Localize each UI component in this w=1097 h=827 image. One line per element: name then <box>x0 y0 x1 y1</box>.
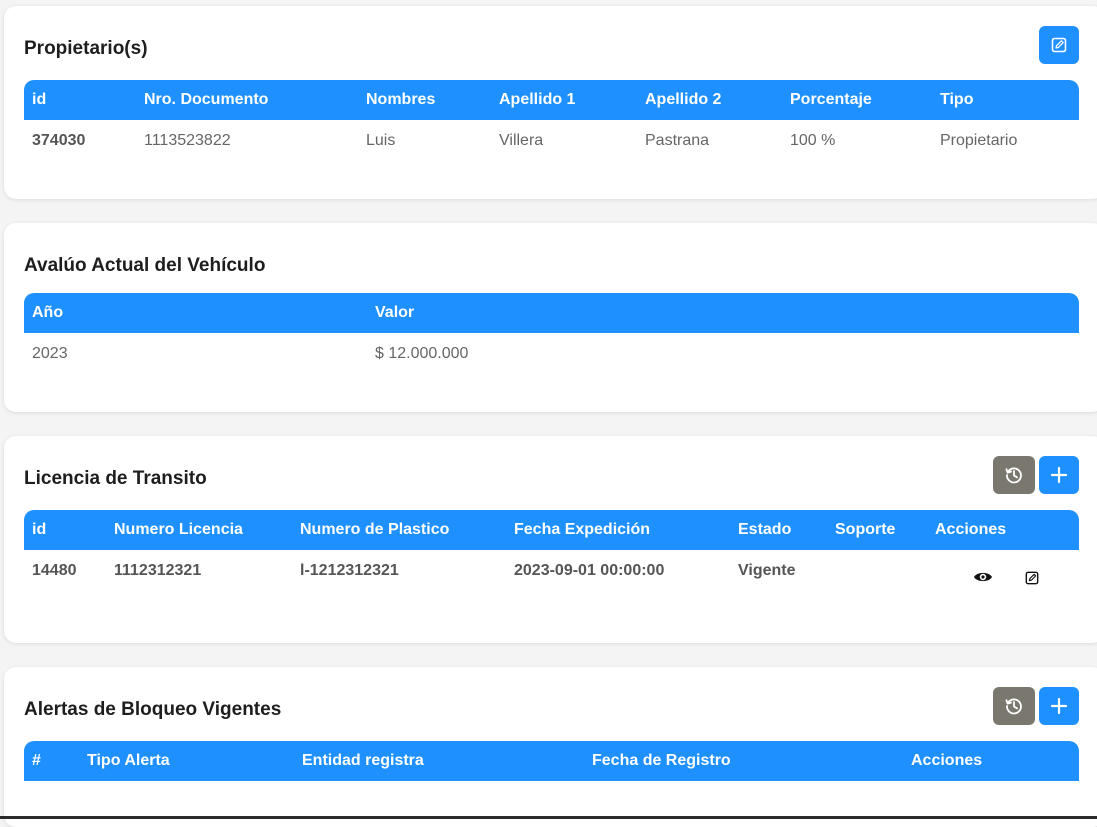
license-history-button[interactable] <box>993 456 1035 494</box>
col-id: id <box>32 91 47 108</box>
license-id: 14480 <box>32 562 77 579</box>
edit-icon <box>1051 37 1067 53</box>
col-surname-2: Apellido 2 <box>645 91 722 108</box>
edit-owners-button[interactable] <box>1039 26 1079 64</box>
license-title: Licencia de Transito <box>24 468 207 489</box>
history-icon <box>1005 467 1022 484</box>
history-icon <box>1005 698 1022 715</box>
col-actions: Acciones <box>911 752 983 769</box>
alerts-history-button[interactable] <box>993 687 1035 725</box>
license-plastic-number: l-1212312321 <box>300 562 399 579</box>
col-actions: Acciones <box>935 521 1007 538</box>
col-support: Soporte <box>835 521 896 538</box>
col-alert-type: Tipo Alerta <box>87 752 170 769</box>
alerts-card: Alertas de Bloqueo Vigentes # Tipo Alert… <box>4 667 1097 827</box>
license-status: Vigente <box>738 562 796 579</box>
col-registration-date: Fecha de Registro <box>592 752 731 769</box>
alerts-title: Alertas de Bloqueo Vigentes <box>24 699 282 720</box>
add-alert-button[interactable] <box>1039 687 1079 725</box>
col-id: id <box>32 521 47 538</box>
license-card: Licencia de Transito id Numero Licencia … <box>4 436 1097 643</box>
col-type: Tipo <box>940 91 974 108</box>
owner-surname-1: Villera <box>499 132 544 149</box>
owners-card: Propietario(s) id Nro. Documento Nombres… <box>4 6 1097 199</box>
table-row: 374030 1113523822 Luis Villera Pastrana … <box>24 120 1079 162</box>
owner-names: Luis <box>366 132 396 149</box>
owner-percentage: 100 % <box>790 132 836 149</box>
edit-icon <box>1025 571 1039 585</box>
col-status: Estado <box>738 521 792 538</box>
license-number: 1112312321 <box>114 562 202 579</box>
alerts-table-header: # Tipo Alerta Entidad registra Fecha de … <box>24 741 1079 781</box>
license-issue-date: 2023-09-01 00:00:00 <box>514 562 665 579</box>
appraisal-title: Avalúo Actual del Vehículo <box>24 255 266 276</box>
eye-icon <box>974 572 992 582</box>
col-number: # <box>32 752 41 769</box>
owner-id: 374030 <box>32 132 86 149</box>
owner-document: 1113523822 <box>144 132 231 149</box>
col-license-number: Numero Licencia <box>114 521 243 538</box>
col-document: Nro. Documento <box>144 91 269 108</box>
table-row: 2023 $ 12.000.000 <box>24 333 1079 375</box>
appraisal-value: $ 12.000.000 <box>375 345 469 362</box>
edit-license-button[interactable] <box>1022 568 1042 588</box>
add-license-button[interactable] <box>1039 456 1079 494</box>
plus-icon <box>1050 697 1068 715</box>
appraisal-year: 2023 <box>32 345 68 362</box>
plus-icon <box>1050 466 1068 484</box>
owner-surname-2: Pastrana <box>645 132 710 149</box>
view-license-button[interactable] <box>970 566 996 588</box>
col-percentage: Porcentaje <box>790 91 872 108</box>
owners-title: Propietario(s) <box>24 38 148 59</box>
col-value: Valor <box>375 304 415 321</box>
col-issue-date: Fecha Expedición <box>514 521 651 538</box>
owners-table-header: id Nro. Documento Nombres Apellido 1 Ape… <box>24 80 1079 120</box>
appraisal-table-header: Año Valor <box>24 293 1079 333</box>
col-surname-1: Apellido 1 <box>499 91 576 108</box>
appraisal-card: Avalúo Actual del Vehículo Año Valor 202… <box>4 223 1097 412</box>
col-names: Nombres <box>366 91 436 108</box>
col-year: Año <box>32 304 64 321</box>
col-entity: Entidad registra <box>302 752 424 769</box>
license-table-header: id Numero Licencia Numero de Plastico Fe… <box>24 510 1079 550</box>
table-row: 14480 1112312321 l-1212312321 2023-09-01… <box>24 550 1079 592</box>
owner-type: Propietario <box>940 132 1018 149</box>
col-plastic-number: Numero de Plastico <box>300 521 450 538</box>
